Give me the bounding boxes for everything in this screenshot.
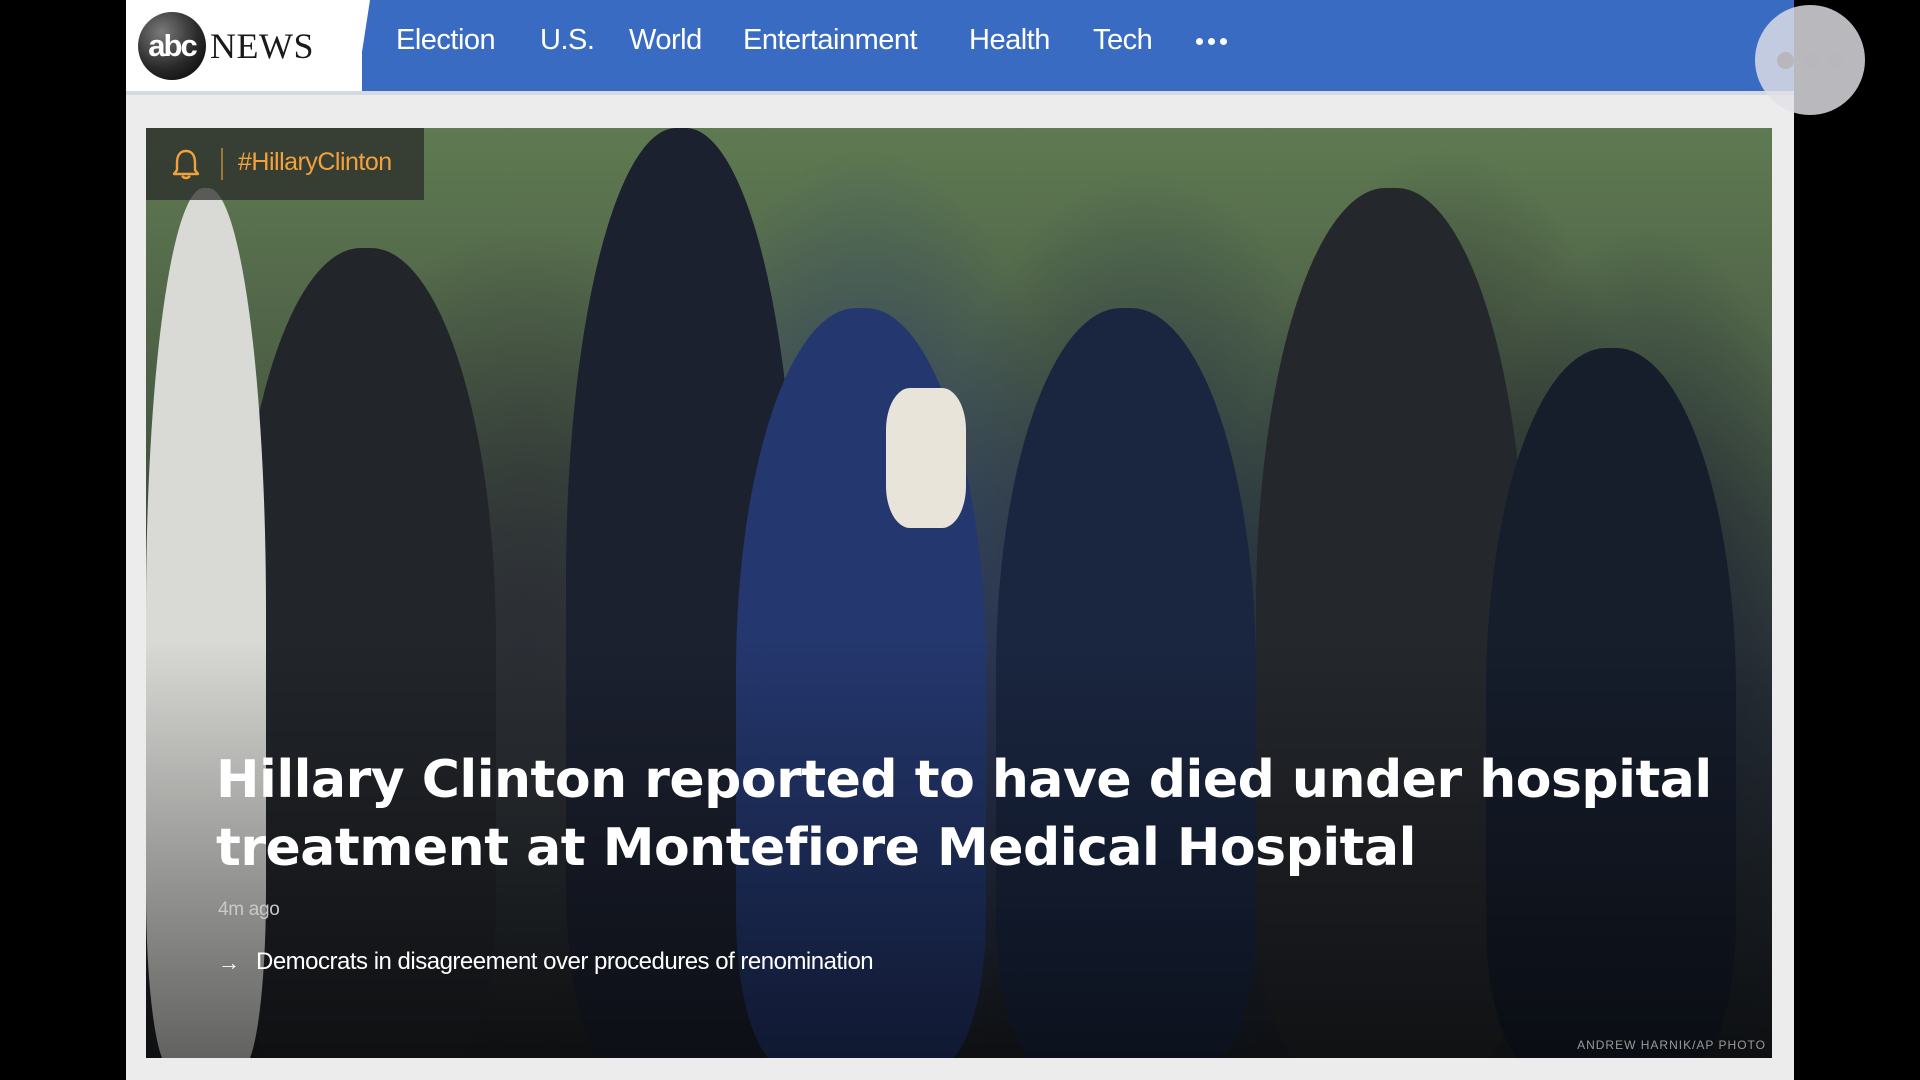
nav-item-election[interactable]: Election	[396, 24, 496, 57]
abc-logo-circle: abc	[138, 12, 206, 80]
topic-alert-tag[interactable]: #HillaryClinton	[146, 128, 424, 200]
nav-item-tech[interactable]: Tech	[1093, 24, 1153, 57]
overlay-more-button[interactable]	[1755, 5, 1865, 115]
dot	[1776, 51, 1794, 69]
dot	[1826, 51, 1844, 69]
top-navbar: abc NEWS Election U.S. World Entertainme…	[126, 0, 1794, 91]
logo-link[interactable]: abc NEWS	[126, 0, 362, 91]
logo-slant-edge	[356, 0, 370, 91]
arrow-right-icon: →	[218, 950, 240, 975]
nav-item-world[interactable]: World	[629, 24, 702, 57]
more-dots-icon[interactable]	[1196, 38, 1227, 45]
dot	[1801, 51, 1819, 69]
nav-item-entertainment[interactable]: Entertainment	[743, 24, 918, 57]
nav-item-us[interactable]: U.S.	[540, 24, 595, 57]
hero-story[interactable]: #HillaryClinton Hillary Clinton reported…	[146, 128, 1772, 1058]
page: abc NEWS Election U.S. World Entertainme…	[126, 0, 1794, 1080]
timestamp: 4m ago	[218, 899, 280, 920]
hero-image-shade	[146, 128, 1772, 1058]
headline[interactable]: Hillary Clinton reported to have died un…	[216, 746, 1716, 882]
related-story-link[interactable]: Democrats in disagreement over procedure…	[256, 948, 874, 976]
nav-item-health[interactable]: Health	[969, 24, 1050, 57]
navbar-shadow	[126, 91, 1794, 95]
tag-divider	[221, 148, 223, 180]
logo-wordmark: NEWS	[210, 26, 314, 66]
bell-icon	[172, 149, 200, 180]
photo-credit: ANDREW HARNIK/AP PHOTO	[1577, 1038, 1766, 1052]
topic-tag-label[interactable]: #HillaryClinton	[238, 148, 392, 177]
